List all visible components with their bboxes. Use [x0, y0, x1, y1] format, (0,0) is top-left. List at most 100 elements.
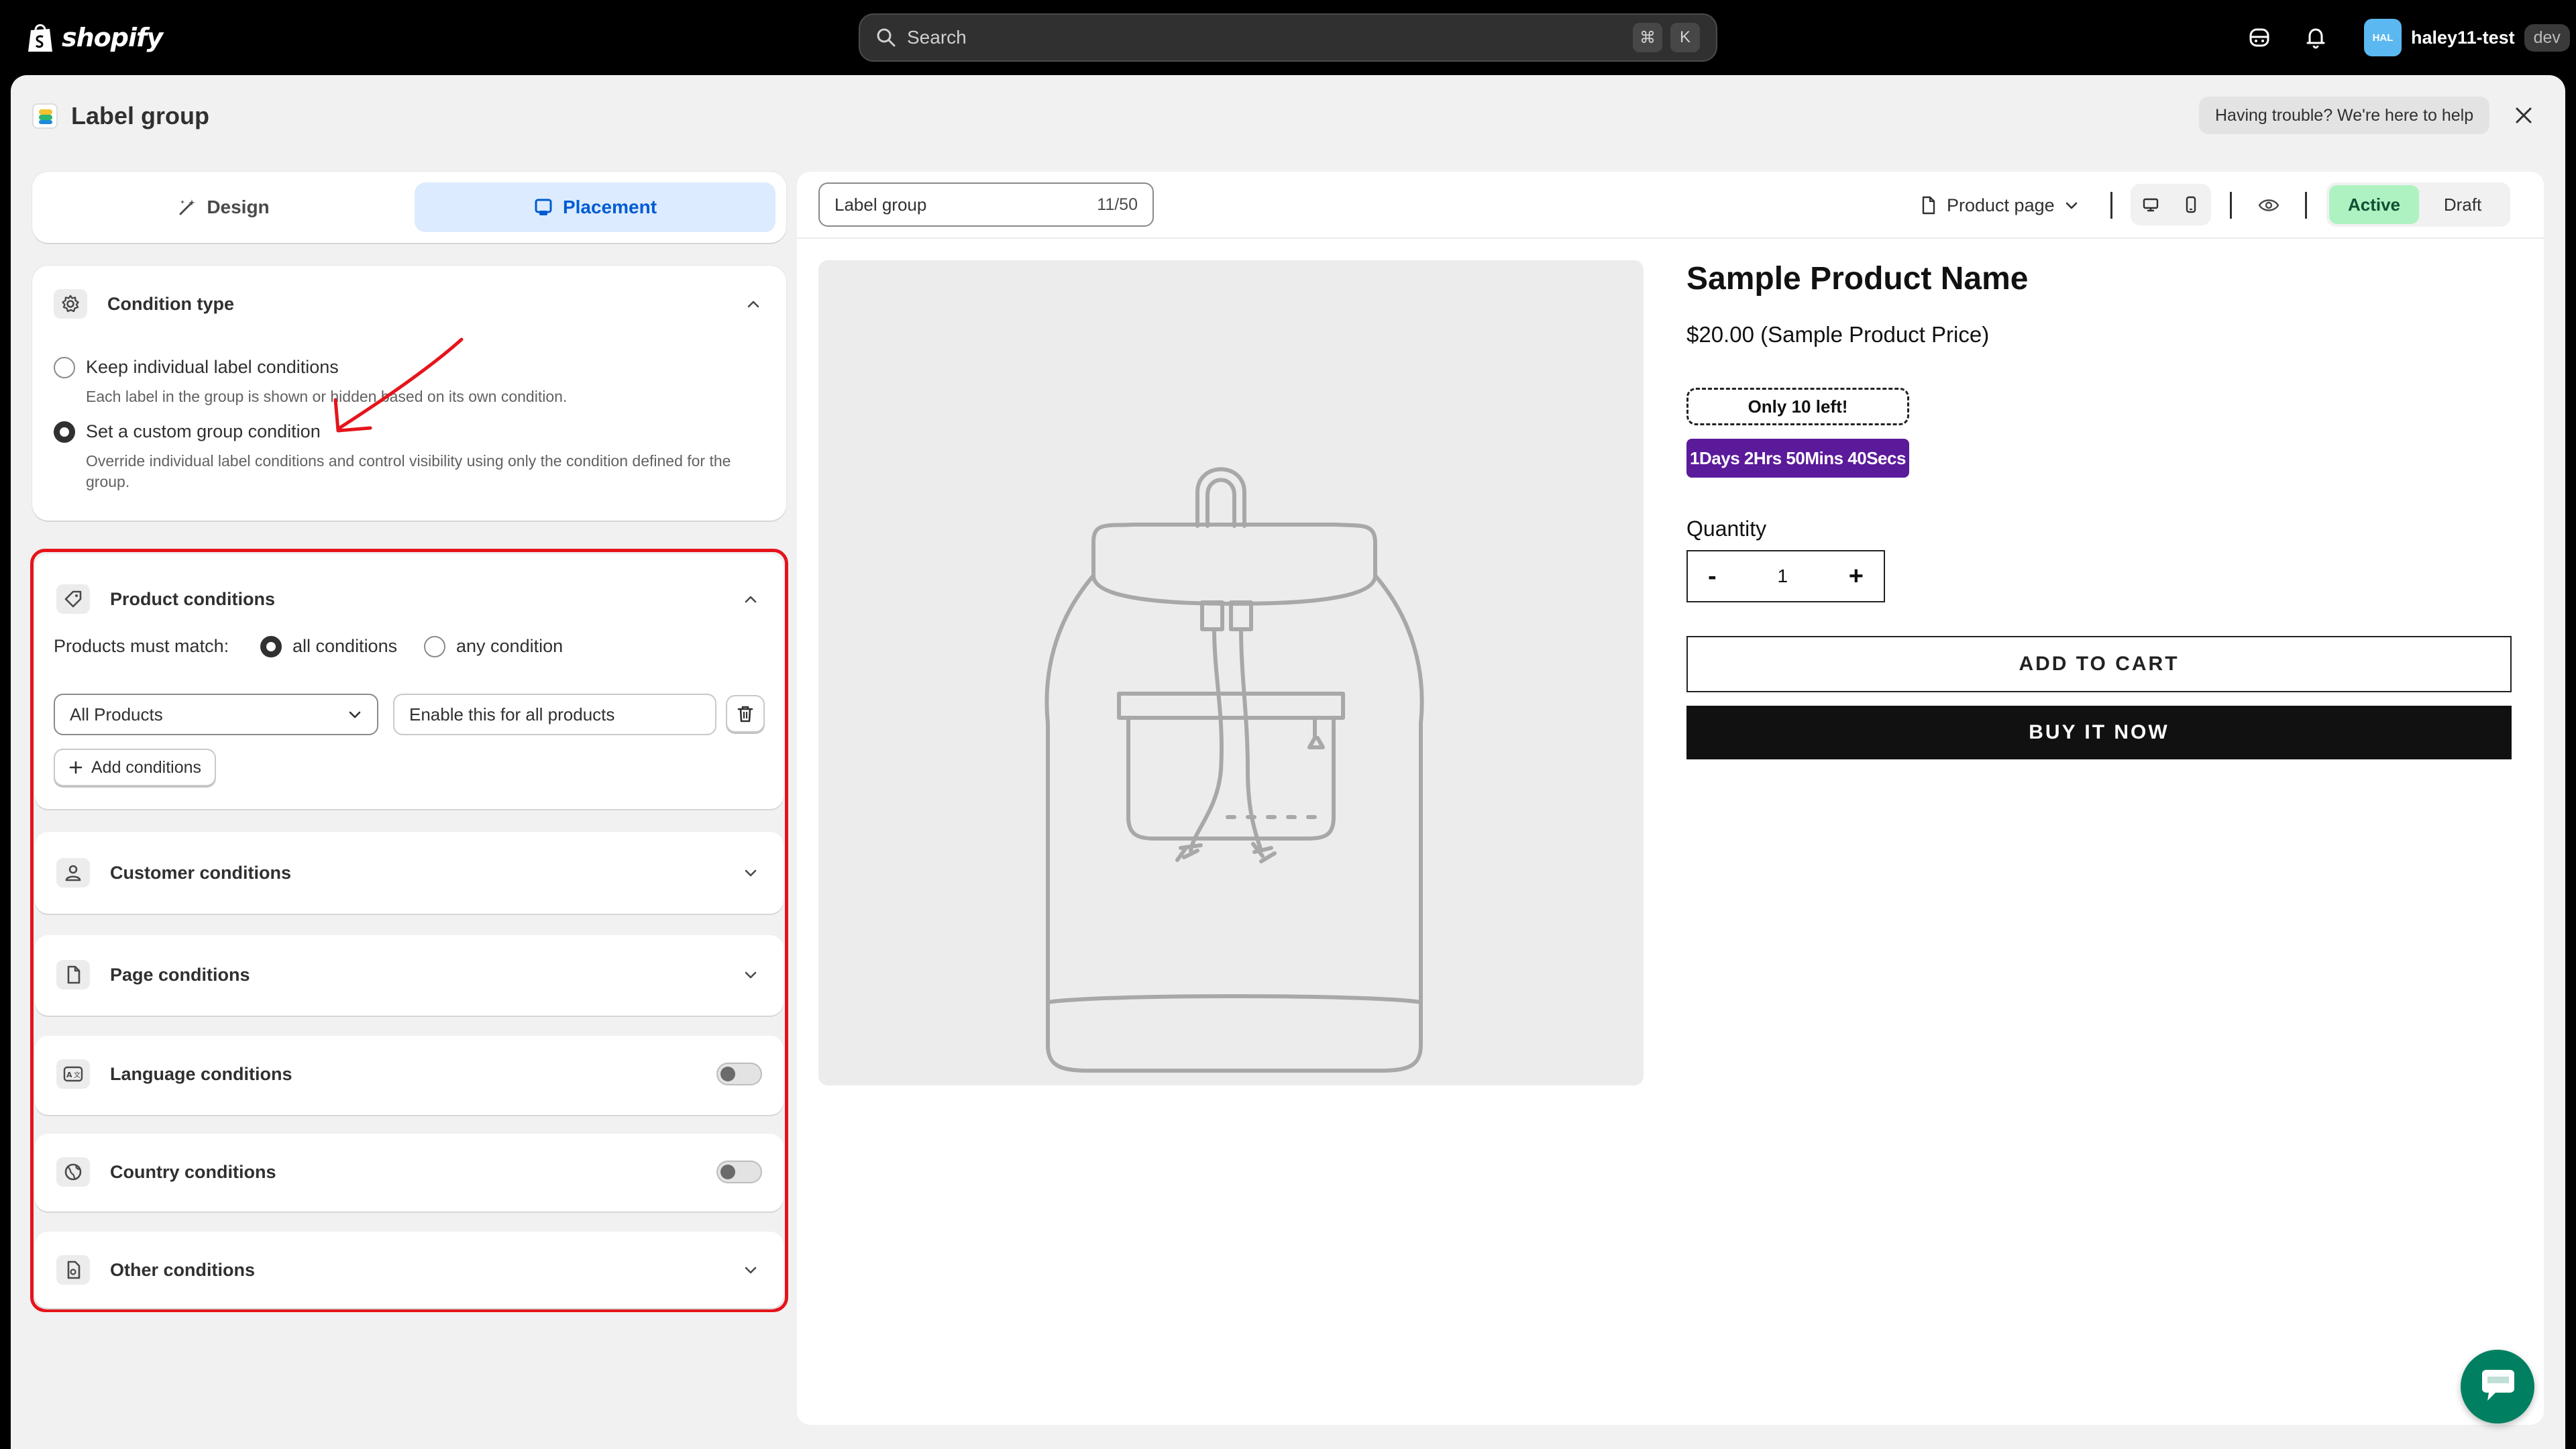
page-conditions-card: Page conditions: [35, 935, 784, 1016]
toolbar-divider: [2230, 192, 2232, 219]
product-conditions-header[interactable]: Product conditions: [56, 582, 762, 616]
trash-icon: [737, 706, 753, 722]
country-conditions-card: Country conditions: [35, 1134, 784, 1212]
language-conditions-toggle[interactable]: [716, 1063, 762, 1085]
product-scope-value: All Products: [70, 704, 163, 724]
bell-icon[interactable]: [2304, 25, 2328, 50]
chevron-down-icon[interactable]: [739, 963, 762, 986]
condition-type-header[interactable]: Condition type: [54, 287, 765, 321]
product-image: [818, 260, 1644, 1085]
quantity-value[interactable]: 1: [1777, 566, 1788, 587]
customer-conditions-title: Customer conditions: [110, 862, 292, 883]
window-title-bar: Label group: [32, 99, 209, 133]
option-keep-individual-label: Keep individual label conditions: [86, 357, 339, 377]
product-conditions-card: Product conditions Products must match: …: [35, 554, 784, 809]
add-to-cart-button[interactable]: ADD TO CART: [1686, 636, 2512, 692]
shopify-logo[interactable]: shopify: [27, 19, 163, 56]
product-conditions-title: Product conditions: [110, 588, 275, 609]
status-draft-button[interactable]: Draft: [2419, 185, 2506, 224]
radio-any-condition[interactable]: [424, 636, 445, 657]
add-conditions-label: Add conditions: [91, 757, 202, 777]
plus-icon: [69, 761, 83, 774]
country-conditions-header: Country conditions: [56, 1155, 762, 1189]
quantity-label: Quantity: [1686, 517, 1767, 541]
tab-design[interactable]: Design: [43, 182, 404, 232]
customer-conditions-header[interactable]: Customer conditions: [56, 856, 762, 890]
quantity-increase-button[interactable]: +: [1849, 562, 1864, 591]
customer-conditions-card: Customer conditions: [35, 832, 784, 914]
group-name-input[interactable]: Label group 11/50: [818, 182, 1154, 227]
other-conditions-header[interactable]: Other conditions: [56, 1253, 762, 1287]
stock-label-badge: Only 10 left!: [1686, 388, 1909, 425]
page-type-select[interactable]: Product page: [1920, 189, 2079, 221]
delete-condition-button[interactable]: [726, 695, 765, 733]
status-active-button[interactable]: Active: [2329, 185, 2419, 224]
char-counter: 11/50: [1097, 195, 1138, 214]
page-title: Label group: [71, 102, 209, 129]
search-icon: [877, 28, 896, 47]
user-menu[interactable]: HAL haley11-test dev: [2364, 17, 2570, 58]
chat-button[interactable]: [2461, 1350, 2534, 1424]
avatar: HAL: [2364, 19, 2402, 56]
shopify-bag-icon: [28, 24, 52, 52]
tag-icon: [56, 584, 90, 614]
page-icon: [1922, 196, 1935, 215]
close-button[interactable]: [2509, 101, 2538, 130]
any-condition-label: any condition: [456, 636, 564, 656]
country-conditions-toggle[interactable]: [716, 1161, 762, 1183]
group-name-value: Label group: [835, 194, 927, 215]
chevron-up-icon[interactable]: [742, 292, 765, 315]
page-icon: [56, 960, 90, 989]
env-badge: dev: [2524, 23, 2570, 52]
globe-icon: [56, 1157, 90, 1187]
search-placeholder: Search: [907, 27, 967, 48]
app-logo-icon: [32, 103, 58, 129]
mobile-icon[interactable]: [2182, 195, 2200, 214]
translate-icon: A 文: [56, 1059, 90, 1089]
option-custom-group-desc: Override individual label conditions and…: [86, 452, 731, 490]
condition-type-title: Condition type: [107, 293, 234, 314]
page-conditions-header[interactable]: Page conditions: [56, 958, 762, 991]
toolbar-divider: [2305, 192, 2307, 219]
radio-custom-group[interactable]: [54, 421, 75, 443]
device-toggle: [2131, 184, 2211, 225]
chat-icon: [2482, 1370, 2514, 1401]
chevron-down-icon[interactable]: [739, 1258, 762, 1281]
buy-now-button[interactable]: BUY IT NOW: [1686, 706, 2512, 759]
help-button[interactable]: Having trouble? We're here to help: [2199, 97, 2490, 134]
product-price: $20.00 (Sample Product Price): [1686, 322, 1990, 347]
quantity-decrease-button[interactable]: -: [1708, 562, 1717, 591]
language-conditions-title: Language conditions: [110, 1063, 292, 1084]
chevron-up-icon[interactable]: [739, 588, 762, 610]
preview-visibility-button[interactable]: [2254, 191, 2284, 220]
product-scope-select[interactable]: All Products: [54, 694, 378, 735]
add-conditions-button[interactable]: Add conditions: [54, 749, 217, 786]
sidekick-icon[interactable]: [2247, 25, 2271, 50]
other-conditions-title: Other conditions: [110, 1259, 255, 1280]
preview-divider: [797, 237, 2544, 239]
magic-wand-icon: [179, 199, 196, 215]
radio-all-conditions[interactable]: [260, 636, 282, 657]
username: haley11-test: [2411, 27, 2515, 48]
tab-placement[interactable]: Placement: [415, 182, 775, 232]
shortcut-key-cmd: ⌘: [1633, 23, 1662, 52]
top-bar-actions: [2247, 19, 2328, 56]
option-custom-group-label: Set a custom group condition: [86, 421, 321, 441]
country-conditions-title: Country conditions: [110, 1161, 276, 1182]
rule-value-field[interactable]: Enable this for all products: [393, 694, 716, 735]
person-icon: [56, 858, 90, 888]
search-bar[interactable]: Search ⌘ K: [859, 13, 1717, 62]
all-conditions-label: all conditions: [292, 636, 398, 656]
countdown-label-badge: 1Days 2Hrs 50Mins 40Secs: [1686, 439, 1909, 478]
language-conditions-card: A 文 Language conditions: [35, 1036, 784, 1115]
chevron-down-icon: [349, 711, 361, 718]
quantity-stepper: - 1 +: [1686, 550, 1885, 602]
editor-tabs: Design Placement: [32, 172, 786, 243]
tab-design-label: Design: [207, 197, 270, 217]
tab-placement-label: Placement: [562, 197, 657, 217]
gear-icon: [54, 289, 87, 319]
desktop-icon[interactable]: [2141, 195, 2160, 214]
page-type-value: Product page: [1947, 195, 2055, 215]
radio-keep-individual[interactable]: [54, 357, 75, 378]
chevron-down-icon[interactable]: [739, 861, 762, 884]
